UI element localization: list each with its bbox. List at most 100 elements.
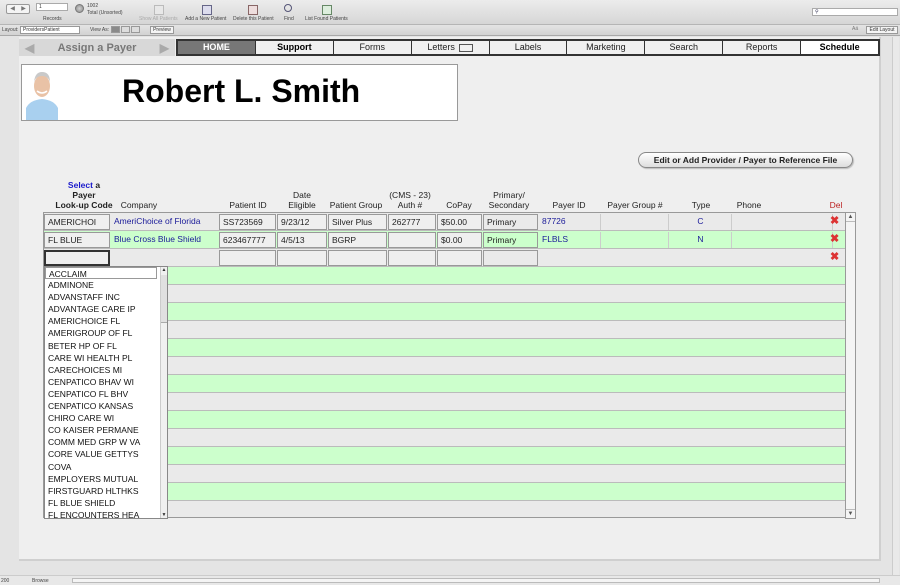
cell-patient-id[interactable] [219,250,276,266]
list-found-icon[interactable] [322,5,332,15]
cell-phone[interactable] [733,214,833,230]
list-found-button[interactable]: List Found Patients [305,16,348,22]
scroll-down-icon[interactable]: ▼ [846,509,855,518]
dropdown-down-icon[interactable]: ▼ [161,512,167,518]
find-button[interactable]: Find [284,16,294,22]
cell-company[interactable] [111,250,218,266]
scroll-up-icon[interactable]: ▲ [846,213,855,222]
mode-select[interactable]: Browse [32,578,49,584]
dropdown-option[interactable]: CORE VALUE GETTYS [45,448,167,460]
preview-button[interactable]: Preview [150,26,174,34]
cell-copay[interactable]: $0.00 [437,232,482,248]
dropdown-option[interactable]: FL ENCOUNTERS HEA [45,509,167,521]
delete-row-icon[interactable]: ✖ [830,216,839,227]
tab-labels[interactable]: Labels [489,41,567,54]
dropdown-option[interactable]: COMM MED GRP W VA [45,436,167,448]
show-all-button[interactable]: Show All Patients [139,16,178,22]
list-view-icon[interactable] [121,26,130,33]
delete-patient-icon[interactable] [248,5,258,15]
dropdown-option[interactable]: CO KAISER PERMANE [45,424,167,436]
dropdown-option[interactable]: COVA [45,461,167,473]
window-horizontal-scrollbar[interactable] [72,578,880,583]
tab-home[interactable]: HOME [178,41,255,54]
delete-row-icon[interactable]: ✖ [830,252,839,263]
add-patient-button[interactable]: Add a New Patient [185,16,226,22]
cell-payer-id[interactable]: 87726 [539,214,601,230]
find-magnifier-icon[interactable] [284,4,292,12]
dropdown-option[interactable]: EMPLOYERS MUTUAL [45,473,167,485]
cell-copay[interactable] [437,250,482,266]
cell-auth[interactable] [388,250,436,266]
delete-row-icon[interactable]: ✖ [830,234,839,245]
dropdown-up-icon[interactable]: ▲ [161,267,167,273]
dropdown-option[interactable]: ADMINONE [45,279,167,291]
cell-primary[interactable] [483,250,538,266]
next-arrow-icon[interactable]: ▶ [160,41,169,55]
cell-group[interactable]: BGRP [328,232,387,248]
cell-phone[interactable] [733,232,833,248]
dropdown-option[interactable]: FL BLUE SHIELD [45,497,167,509]
tab-search[interactable]: Search [645,41,723,54]
dropdown-option[interactable]: ADVANTAGE CARE IP [45,303,167,315]
cell-auth[interactable]: 262777 [388,214,436,230]
quick-find-input[interactable]: ⚲ [812,8,898,16]
cell-primary[interactable]: Primary [483,232,538,248]
tab-reports[interactable]: Reports [723,41,801,54]
dropdown-option[interactable]: CHIRO CARE WI [45,412,167,424]
payer-lookup-dropdown[interactable]: ▲ ▼ ACCLAIM ADMINONE ADVANSTAFF INC ADVANTA… [44,266,168,521]
dropdown-scroll-thumb[interactable] [161,275,167,323]
cell-auth[interactable] [388,232,436,248]
view-as-toggle[interactable] [111,26,140,33]
zoom-level[interactable]: 200 [1,578,9,584]
cell-group[interactable]: Silver Plus [328,214,387,230]
cell-copay[interactable]: $50.00 [437,214,482,230]
cell-date[interactable]: 9/23/12 [277,214,327,230]
cell-type[interactable]: N [670,232,732,248]
dropdown-option[interactable]: CENPATICO BHAV WI [45,376,167,388]
cell-payer-group[interactable] [602,232,669,248]
layout-select[interactable]: ProvidersPatient [20,26,80,34]
cell-code[interactable]: AMERICHOI [44,214,110,230]
window-vertical-scrollbar[interactable] [892,37,899,575]
dropdown-option[interactable]: CENPATICO FL BHV [45,388,167,400]
tab-forms[interactable]: Forms [333,41,411,54]
cell-type[interactable]: C [670,214,732,230]
cell-company[interactable]: Blue Cross Blue Shield [111,232,218,248]
cell-patient-id[interactable]: SS723569 [219,214,276,230]
cell-company[interactable]: AmeriChoice of Florida [111,214,218,230]
dropdown-option[interactable]: BETER HP OF FL [45,340,167,352]
show-all-icon[interactable] [154,5,164,15]
cell-patient-id[interactable]: 623467777 [219,232,276,248]
tab-support[interactable]: Support [255,41,333,54]
tab-marketing[interactable]: Marketing [567,41,645,54]
add-patient-icon[interactable] [202,5,212,15]
prev-arrow-icon[interactable]: ◀ [25,41,34,55]
dropdown-option[interactable]: ADVANSTAFF INC [45,291,167,303]
record-number-field[interactable]: 1 [36,3,68,11]
edit-layout-button[interactable]: Edit Layout [866,26,898,34]
prev-record-icon[interactable]: ◀ [7,5,18,13]
next-record-icon[interactable]: ▶ [18,5,29,13]
form-view-icon[interactable] [111,26,120,33]
cell-payer-id[interactable]: FLBLS [539,232,601,248]
portal-scrollbar[interactable]: ▲ ▼ [845,212,856,519]
text-format-button[interactable]: Aä [852,26,858,32]
dropdown-scrollbar[interactable]: ▲ ▼ [160,267,167,518]
record-navigator[interactable]: ◀ ▶ [6,4,30,14]
dropdown-option[interactable]: ACCLAIM [45,267,157,280]
tab-schedule[interactable]: Schedule [801,41,879,54]
cell-date[interactable]: 4/5/13 [277,232,327,248]
table-view-icon[interactable] [131,26,140,33]
cell-payer-group[interactable] [602,214,669,230]
table-row[interactable]: AMERICHOI AmeriChoice of Florida SS723569 9… [44,213,845,231]
dropdown-option[interactable]: CENPATICO KANSAS [45,400,167,412]
table-row[interactable]: ✖ [44,249,845,267]
dropdown-option[interactable]: CARE WI HEALTH PL [45,352,167,364]
cell-code[interactable]: FL BLUE [44,232,110,248]
cell-group[interactable] [328,250,387,266]
cell-date[interactable] [277,250,327,266]
dropdown-option[interactable]: FIRSTGUARD HLTHKS [45,485,167,497]
cell-code[interactable] [44,250,110,266]
dropdown-option[interactable]: AMERICHOICE FL [45,315,167,327]
delete-patient-button[interactable]: Delete this Patient [233,16,274,22]
